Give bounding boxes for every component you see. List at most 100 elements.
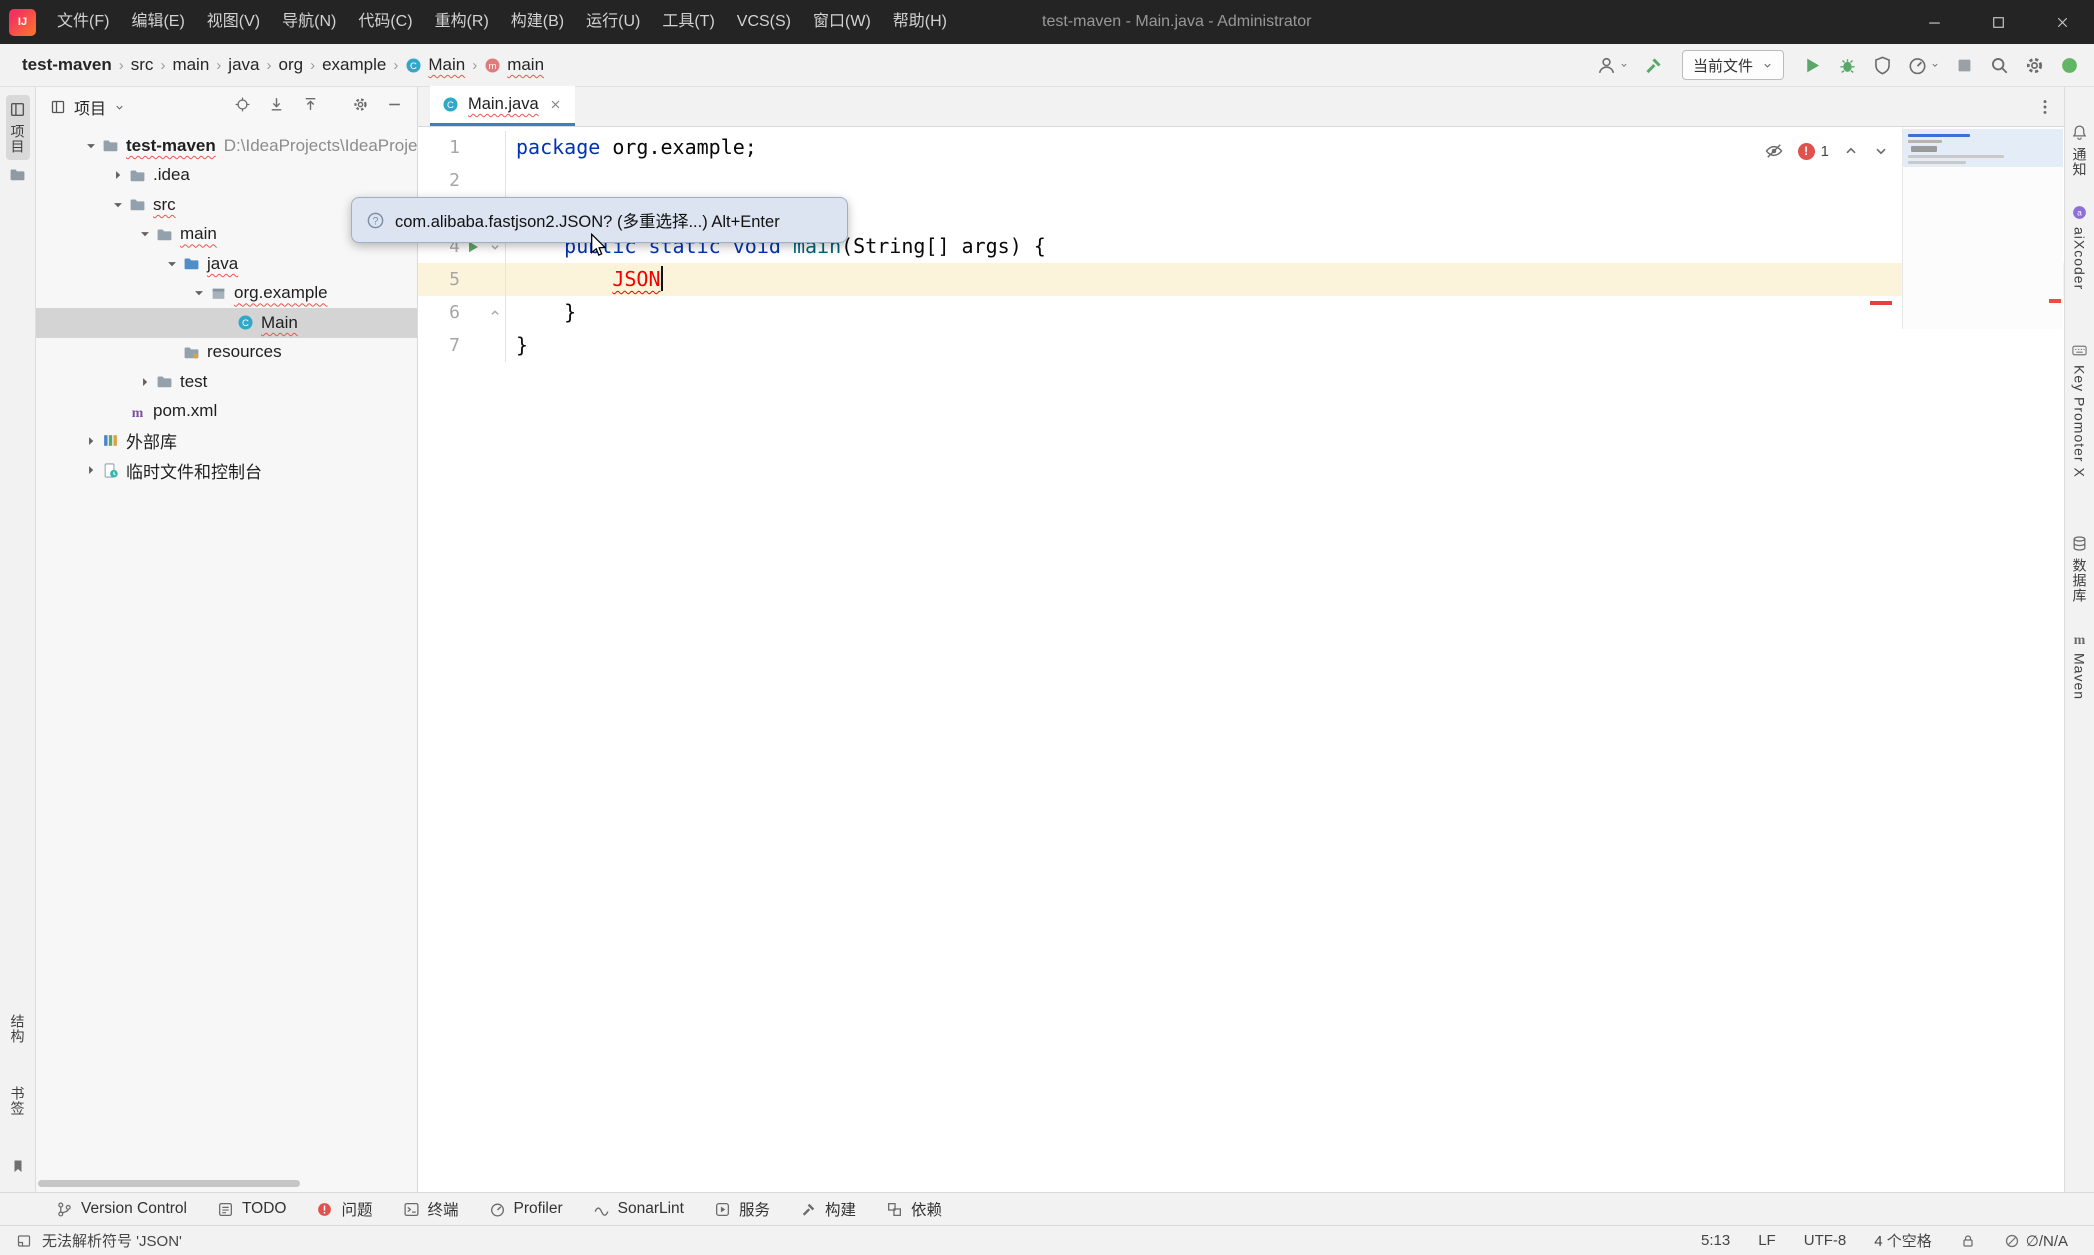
tree-chevron[interactable] [80,139,102,153]
tool-window-button[interactable]: Key Promoter X [2069,336,2090,484]
inspection-highlight[interactable]: ∅/N/A [2004,1232,2068,1250]
tree-item[interactable]: resources [36,338,417,368]
menu-item[interactable]: 帮助(H) [882,0,958,44]
tree-item[interactable]: org.example [36,279,417,309]
tool-window-button[interactable]: 通知 [2068,118,2092,183]
tree-item[interactable]: 临时文件和控制台 [36,456,417,486]
breadcrumb-item[interactable]: src [129,55,156,75]
tool-window-button[interactable]: mMaven [2069,624,2090,706]
collapse-all-button[interactable] [302,96,319,118]
tree-item[interactable]: 外部库 [36,426,417,456]
tool-window-button[interactable]: 数据库 [2068,529,2092,609]
eye-off-icon[interactable] [1764,141,1784,161]
line-separator[interactable]: LF [1758,1232,1776,1249]
more-v-icon[interactable] [2036,98,2054,116]
menu-item[interactable]: 文件(F) [46,0,120,44]
menu-item[interactable]: 构建(B) [500,0,575,44]
tree-item[interactable]: test-mavenD:\IdeaProjects\IdeaProje [36,131,417,161]
menu-item[interactable]: 代码(C) [347,0,423,44]
panel-status-icon[interactable] [16,1233,32,1249]
search-button[interactable] [1989,55,2010,76]
tool-window-button[interactable] [8,1152,28,1180]
inspection-widget[interactable]: ! 1 [1764,141,1889,161]
tool-window-button-branch[interactable]: Version Control [56,1200,187,1218]
tool-window-button-terminal[interactable]: 终端 [403,1198,459,1220]
tool-window-button-error-circle[interactable]: 问题 [316,1198,372,1220]
stop-button[interactable] [1954,55,1975,76]
tree-item[interactable]: mpom.xml [36,397,417,427]
hide-button[interactable] [386,96,403,118]
editor-body[interactable]: 1package org.example;234 public static v… [418,127,2064,1192]
tree-item[interactable]: java [36,249,417,279]
menu-item[interactable]: 运行(U) [575,0,651,44]
caret-position[interactable]: 5:13 [1701,1232,1730,1249]
tool-window-button-services[interactable]: 服务 [714,1198,770,1220]
code-line[interactable]: 7} [418,329,2064,362]
breadcrumb-item[interactable]: mmain [482,55,546,75]
chev-up-sm-icon[interactable] [1843,143,1859,159]
tool-window-button[interactable]: 书签 [6,1080,30,1122]
menu-item[interactable]: VCS(S) [726,0,802,44]
tree-item[interactable]: CMain [36,308,417,338]
error-stripe-mark[interactable] [1870,301,1892,305]
chev-down-sm-icon[interactable] [1873,143,1889,159]
plugin-green-button[interactable] [2059,55,2080,76]
maximize-button[interactable] [1966,0,2030,44]
tool-window-button-profiler[interactable]: Profiler [489,1200,563,1218]
menu-item[interactable]: 窗口(W) [802,0,882,44]
tool-window-button-todo[interactable]: TODO [217,1200,287,1218]
tool-window-button[interactable]: 项目 [6,95,30,160]
indent[interactable]: 4 个空格 [1874,1230,1932,1251]
code-line[interactable]: 6 } [418,296,2064,329]
breadcrumb-item[interactable]: test-maven [20,55,114,75]
menu-item[interactable]: 导航(N) [271,0,347,44]
tool-window-button-build[interactable]: 构建 [800,1198,856,1220]
project-panel-title[interactable]: 项目 [74,95,106,119]
minimize-button[interactable] [1902,0,1966,44]
close-x-icon[interactable] [548,97,563,112]
profiler-button[interactable] [1907,55,1940,76]
user-button[interactable] [1596,55,1629,76]
close-button[interactable] [2030,0,2094,44]
locate-button[interactable] [234,96,251,118]
menu-item[interactable]: 视图(V) [196,0,271,44]
gear-button[interactable] [352,96,369,118]
editor-tab[interactable]: C Main.java [430,86,575,126]
horizontal-scrollbar[interactable] [38,1180,300,1187]
tool-window-button-sonarlint[interactable]: SonarLint [593,1200,684,1218]
code-line[interactable]: 5 JSON [418,263,2064,296]
error-counter[interactable]: ! 1 [1798,143,1829,160]
run-config-selector[interactable]: 当前文件 [1682,50,1784,80]
settings-button[interactable] [2024,55,2045,76]
run-button[interactable] [1802,55,1823,76]
coverage-button[interactable] [1872,55,1893,76]
chevron-down-icon[interactable] [114,102,125,113]
tab-options[interactable] [2036,98,2054,121]
tree-item[interactable]: .idea [36,161,417,191]
breadcrumb-item[interactable]: main [170,55,211,75]
debug-button[interactable] [1837,55,1858,76]
breadcrumb-item[interactable]: java [226,55,261,75]
tree-chevron[interactable] [107,198,129,212]
menu-item[interactable]: 工具(T) [651,0,725,44]
readonly-lock[interactable] [1960,1233,1976,1249]
tree-chevron[interactable] [134,375,156,389]
encoding[interactable]: UTF-8 [1804,1232,1847,1249]
menu-item[interactable]: 编辑(E) [120,0,195,44]
breadcrumb-item[interactable]: org [276,55,305,75]
tool-window-button[interactable] [7,160,28,189]
tool-window-button[interactable]: 结构 [6,1008,30,1050]
tree-item[interactable]: test [36,367,417,397]
tool-window-button-dependencies[interactable]: 依赖 [886,1198,942,1220]
hammer-button[interactable] [1643,55,1664,76]
tree-chevron[interactable] [107,168,129,182]
tree-chevron[interactable] [80,434,102,448]
breadcrumb-item[interactable]: CMain [403,55,467,75]
tree-chevron[interactable] [134,227,156,241]
minimap[interactable] [1902,127,2063,329]
code-line[interactable]: 2 [418,164,2064,197]
fold-up-icon[interactable] [488,306,502,320]
tree-chevron[interactable] [80,463,102,477]
tree-chevron[interactable] [188,286,210,300]
scroll-down-button[interactable] [268,96,285,118]
